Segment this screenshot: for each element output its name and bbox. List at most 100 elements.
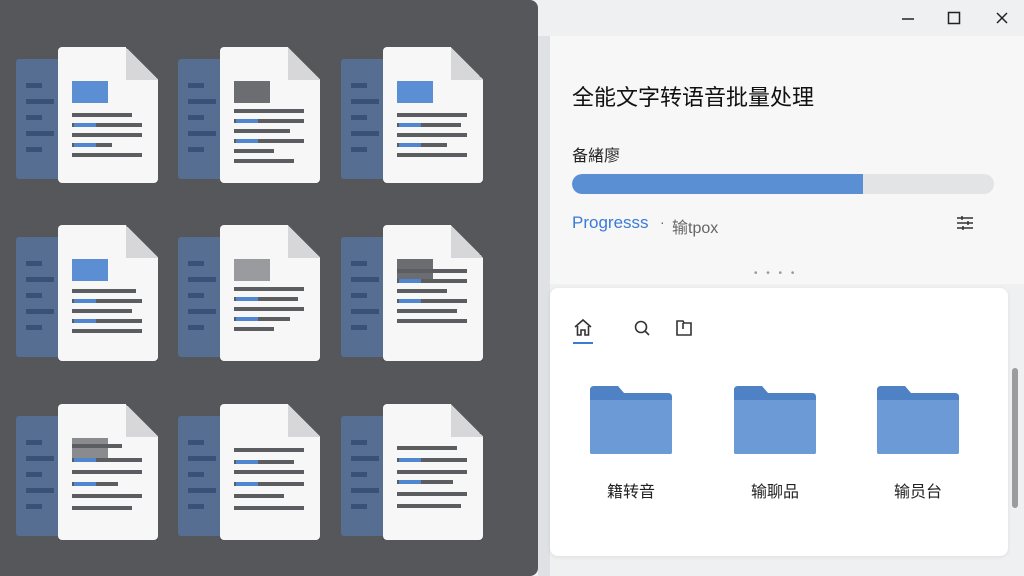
- search-icon[interactable]: [630, 316, 654, 340]
- shadow-line: [351, 456, 379, 461]
- shadow-line: [351, 472, 367, 477]
- shadow-line: [26, 277, 54, 282]
- divider: [538, 36, 550, 576]
- shadow-line: [351, 325, 367, 330]
- document-text-line: [234, 149, 274, 153]
- document-text-line: [397, 133, 467, 137]
- document-grid-panel: [0, 0, 538, 576]
- document-text-line: [72, 470, 142, 474]
- document-thumbnail[interactable]: [178, 47, 320, 183]
- document-text-line: [397, 309, 457, 313]
- shadow-line: [351, 99, 379, 104]
- minimize-icon[interactable]: [886, 4, 930, 32]
- document-highlight: [236, 139, 258, 143]
- document-highlight: [399, 123, 421, 127]
- document-highlight: [236, 482, 258, 486]
- output-label: 输tpox: [672, 220, 719, 237]
- scrollbar[interactable]: [1012, 368, 1018, 508]
- shadow-line: [26, 131, 54, 136]
- folder-item[interactable]: [588, 384, 674, 456]
- separator-dot: ·: [660, 214, 665, 230]
- document-thumbnail[interactable]: [341, 225, 483, 361]
- shadow-line: [26, 293, 42, 298]
- document-text-line: [72, 153, 142, 157]
- document-thumbnail[interactable]: [16, 404, 158, 540]
- progress-link[interactable]: Progresss: [572, 213, 649, 233]
- document-text-line: [234, 470, 304, 474]
- settings-sliders-icon[interactable]: [954, 212, 976, 234]
- shadow-line: [26, 261, 42, 266]
- document-thumbnail[interactable]: [178, 225, 320, 361]
- document-highlight: [74, 143, 96, 147]
- document-highlight: [236, 297, 258, 301]
- document-text-line: [234, 159, 294, 163]
- page-fold-icon: [288, 225, 320, 258]
- document-text-line: [397, 470, 467, 474]
- folder-item[interactable]: [875, 384, 961, 456]
- shadow-line: [351, 504, 367, 509]
- progress-card: 全能文字转语音批量处理 备緖廖 Progresss · 输tpox • • • …: [550, 36, 1024, 284]
- shadow-line: [188, 115, 204, 120]
- maximize-icon[interactable]: [932, 4, 976, 32]
- document-thumbnail[interactable]: [178, 404, 320, 540]
- document-image-icon: [72, 259, 108, 281]
- progress-label: 备緖廖: [572, 148, 621, 165]
- document-highlight: [74, 319, 96, 323]
- document-text-line: [397, 446, 457, 450]
- shadow-line: [188, 293, 204, 298]
- shadow-line: [351, 147, 367, 152]
- shadow-line: [26, 147, 42, 152]
- shadow-line: [26, 456, 54, 461]
- drag-handle[interactable]: • • • •: [754, 268, 797, 279]
- document-text-line: [397, 153, 467, 157]
- document-thumbnail[interactable]: [341, 404, 483, 540]
- folder-browser-card: 籍转音 输聊品 输员台: [550, 288, 1008, 556]
- shadow-line: [26, 115, 42, 120]
- folder-item[interactable]: [732, 384, 818, 456]
- document-text-line: [397, 319, 467, 323]
- shadow-line: [351, 83, 367, 88]
- document-thumbnail[interactable]: [16, 225, 158, 361]
- folder-label: 输员台: [893, 484, 942, 501]
- document-thumbnail[interactable]: [16, 47, 158, 183]
- shadow-line: [26, 488, 54, 493]
- shadow-line: [26, 440, 42, 445]
- folder-icon[interactable]: [672, 316, 696, 340]
- shadow-line: [26, 83, 42, 88]
- document-text-line: [397, 492, 467, 496]
- shadow-line: [26, 309, 54, 314]
- page-fold-icon: [451, 47, 483, 80]
- document-text-line: [234, 129, 290, 133]
- home-icon[interactable]: [571, 316, 595, 340]
- page-fold-icon: [288, 404, 320, 437]
- document-text-line: [234, 448, 304, 452]
- shadow-line: [188, 488, 216, 493]
- page-fold-icon: [451, 404, 483, 437]
- document-highlight: [399, 299, 421, 303]
- document-thumbnail[interactable]: [341, 47, 483, 183]
- shadow-line: [188, 261, 204, 266]
- document-highlight: [399, 480, 421, 484]
- shadow-line: [351, 309, 379, 314]
- shadow-line: [188, 440, 204, 445]
- page-fold-icon: [126, 404, 158, 437]
- document-highlight: [236, 317, 258, 321]
- document-text-line: [72, 494, 142, 498]
- document-image-icon: [234, 259, 270, 281]
- document-text-line: [397, 289, 447, 293]
- document-text-line: [234, 327, 274, 331]
- shadow-line: [26, 504, 42, 509]
- shadow-line: [188, 99, 216, 104]
- document-highlight: [74, 482, 96, 486]
- document-text-line: [397, 504, 461, 508]
- shadow-line: [188, 472, 204, 477]
- document-text-line: [72, 329, 142, 333]
- shadow-line: [351, 277, 379, 282]
- app-title: 全能文字转语音批量处理: [572, 85, 815, 110]
- document-highlight: [236, 460, 258, 464]
- shadow-line: [188, 83, 204, 88]
- page-fold-icon: [288, 47, 320, 80]
- shadow-line: [26, 472, 42, 477]
- close-icon[interactable]: [980, 4, 1024, 32]
- shadow-line: [188, 131, 216, 136]
